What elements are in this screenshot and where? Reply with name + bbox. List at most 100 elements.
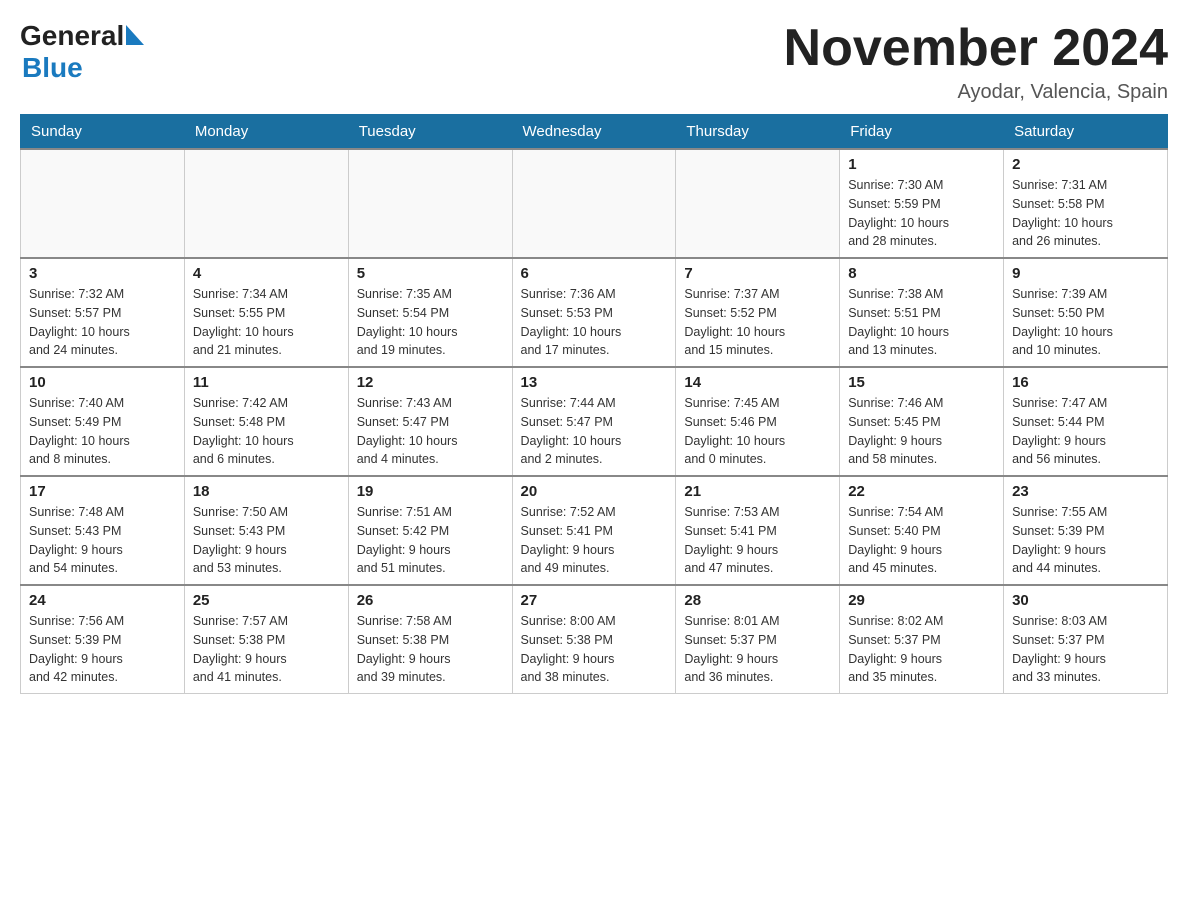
day-info: Sunrise: 7:57 AMSunset: 5:38 PMDaylight:… xyxy=(193,612,340,687)
day-number: 27 xyxy=(521,592,668,609)
day-info: Sunrise: 7:52 AMSunset: 5:41 PMDaylight:… xyxy=(521,503,668,578)
logo-blue-text: Blue xyxy=(22,52,83,83)
week-row-4: 17Sunrise: 7:48 AMSunset: 5:43 PMDayligh… xyxy=(21,476,1168,585)
calendar-cell: 20 Sunrise: 7:52 AMSunset: 5:41 PMDayligh… xyxy=(512,476,676,585)
calendar-title: November 2024 xyxy=(784,20,1168,77)
day-number: 25 xyxy=(193,592,340,609)
day-info: Sunrise: 7:32 AMSunset: 5:57 PMDaylight:… xyxy=(29,285,176,360)
day-info: Sunrise: 8:02 AMSunset: 5:37 PMDaylight:… xyxy=(848,612,995,687)
title-section: November 2024 Ayodar, Valencia, Spain xyxy=(784,20,1168,104)
day-number: 28 xyxy=(684,592,831,609)
calendar-cell xyxy=(21,149,185,258)
calendar-cell: 17Sunrise: 7:48 AMSunset: 5:43 PMDayligh… xyxy=(21,476,185,585)
page-header: General Blue November 2024 Ayodar, Valen… xyxy=(20,20,1168,104)
day-info: Sunrise: 7:39 AMSunset: 5:50 PMDaylight:… xyxy=(1012,285,1159,360)
day-number: 22 xyxy=(848,483,995,500)
day-info: Sunrise: 7:35 AMSunset: 5:54 PMDaylight:… xyxy=(357,285,504,360)
calendar-cell: 7 Sunrise: 7:37 AMSunset: 5:52 PMDaylight… xyxy=(676,258,840,367)
day-number: 9 xyxy=(1012,265,1159,282)
calendar-cell: 5Sunrise: 7:35 AMSunset: 5:54 PMDaylight… xyxy=(348,258,512,367)
logo: General Blue xyxy=(20,20,144,84)
header-saturday: Saturday xyxy=(1004,115,1168,150)
logo-arrow-icon xyxy=(126,25,144,50)
day-info: Sunrise: 7:44 AMSunset: 5:47 PMDaylight:… xyxy=(521,394,668,469)
calendar-cell: 29 Sunrise: 8:02 AMSunset: 5:37 PMDayligh… xyxy=(840,585,1004,694)
day-number: 13 xyxy=(521,374,668,391)
calendar-cell: 15 Sunrise: 7:46 AMSunset: 5:45 PMDayligh… xyxy=(840,367,1004,476)
day-number: 7 xyxy=(684,265,831,282)
day-info: Sunrise: 7:53 AMSunset: 5:41 PMDaylight:… xyxy=(684,503,831,578)
calendar-cell: 24Sunrise: 7:56 AMSunset: 5:39 PMDayligh… xyxy=(21,585,185,694)
calendar-cell xyxy=(348,149,512,258)
day-info: Sunrise: 7:51 AMSunset: 5:42 PMDaylight:… xyxy=(357,503,504,578)
calendar-cell: 13 Sunrise: 7:44 AMSunset: 5:47 PMDayligh… xyxy=(512,367,676,476)
day-number: 15 xyxy=(848,374,995,391)
calendar-cell: 1 Sunrise: 7:30 AMSunset: 5:59 PMDaylight… xyxy=(840,149,1004,258)
day-info: Sunrise: 7:31 AMSunset: 5:58 PMDaylight:… xyxy=(1012,176,1159,251)
day-number: 14 xyxy=(684,374,831,391)
calendar-cell: 14 Sunrise: 7:45 AMSunset: 5:46 PMDayligh… xyxy=(676,367,840,476)
calendar-cell xyxy=(512,149,676,258)
calendar-cell xyxy=(184,149,348,258)
day-info: Sunrise: 7:47 AMSunset: 5:44 PMDaylight:… xyxy=(1012,394,1159,469)
calendar-table: Sunday Monday Tuesday Wednesday Thursday… xyxy=(20,114,1168,694)
calendar-cell: 27 Sunrise: 8:00 AMSunset: 5:38 PMDayligh… xyxy=(512,585,676,694)
day-number: 29 xyxy=(848,592,995,609)
day-info: Sunrise: 7:45 AMSunset: 5:46 PMDaylight:… xyxy=(684,394,831,469)
weekday-header-row: Sunday Monday Tuesday Wednesday Thursday… xyxy=(21,115,1168,150)
header-sunday: Sunday xyxy=(21,115,185,150)
calendar-cell: 9 Sunrise: 7:39 AMSunset: 5:50 PMDaylight… xyxy=(1004,258,1168,367)
day-number: 3 xyxy=(29,265,176,282)
day-info: Sunrise: 7:46 AMSunset: 5:45 PMDaylight:… xyxy=(848,394,995,469)
day-number: 18 xyxy=(193,483,340,500)
day-info: Sunrise: 7:42 AMSunset: 5:48 PMDaylight:… xyxy=(193,394,340,469)
day-number: 19 xyxy=(357,483,504,500)
day-number: 4 xyxy=(193,265,340,282)
logo-general-text: General xyxy=(20,20,124,52)
day-number: 8 xyxy=(848,265,995,282)
day-number: 20 xyxy=(521,483,668,500)
day-info: Sunrise: 7:56 AMSunset: 5:39 PMDaylight:… xyxy=(29,612,176,687)
day-info: Sunrise: 7:30 AMSunset: 5:59 PMDaylight:… xyxy=(848,176,995,251)
calendar-cell: 4Sunrise: 7:34 AMSunset: 5:55 PMDaylight… xyxy=(184,258,348,367)
calendar-cell: 3 Sunrise: 7:32 AMSunset: 5:57 PMDaylight… xyxy=(21,258,185,367)
day-number: 17 xyxy=(29,483,176,500)
day-info: Sunrise: 7:36 AMSunset: 5:53 PMDaylight:… xyxy=(521,285,668,360)
day-info: Sunrise: 7:50 AMSunset: 5:43 PMDaylight:… xyxy=(193,503,340,578)
day-info: Sunrise: 7:55 AMSunset: 5:39 PMDaylight:… xyxy=(1012,503,1159,578)
week-row-1: 1 Sunrise: 7:30 AMSunset: 5:59 PMDaylight… xyxy=(21,149,1168,258)
week-row-2: 3 Sunrise: 7:32 AMSunset: 5:57 PMDaylight… xyxy=(21,258,1168,367)
week-row-5: 24Sunrise: 7:56 AMSunset: 5:39 PMDayligh… xyxy=(21,585,1168,694)
header-friday: Friday xyxy=(840,115,1004,150)
calendar-cell: 8 Sunrise: 7:38 AMSunset: 5:51 PMDaylight… xyxy=(840,258,1004,367)
calendar-cell: 25 Sunrise: 7:57 AMSunset: 5:38 PMDayligh… xyxy=(184,585,348,694)
day-info: Sunrise: 8:00 AMSunset: 5:38 PMDaylight:… xyxy=(521,612,668,687)
header-tuesday: Tuesday xyxy=(348,115,512,150)
day-number: 16 xyxy=(1012,374,1159,391)
day-info: Sunrise: 7:54 AMSunset: 5:40 PMDaylight:… xyxy=(848,503,995,578)
calendar-cell: 28 Sunrise: 8:01 AMSunset: 5:37 PMDayligh… xyxy=(676,585,840,694)
day-number: 23 xyxy=(1012,483,1159,500)
calendar-cell: 19 Sunrise: 7:51 AMSunset: 5:42 PMDayligh… xyxy=(348,476,512,585)
calendar-cell: 21 Sunrise: 7:53 AMSunset: 5:41 PMDayligh… xyxy=(676,476,840,585)
day-number: 2 xyxy=(1012,156,1159,173)
week-row-3: 10 Sunrise: 7:40 AMSunset: 5:49 PMDayligh… xyxy=(21,367,1168,476)
calendar-cell: 11Sunrise: 7:42 AMSunset: 5:48 PMDayligh… xyxy=(184,367,348,476)
day-number: 1 xyxy=(848,156,995,173)
header-wednesday: Wednesday xyxy=(512,115,676,150)
calendar-cell: 22 Sunrise: 7:54 AMSunset: 5:40 PMDayligh… xyxy=(840,476,1004,585)
day-info: Sunrise: 7:37 AMSunset: 5:52 PMDaylight:… xyxy=(684,285,831,360)
day-number: 21 xyxy=(684,483,831,500)
day-info: Sunrise: 7:58 AMSunset: 5:38 PMDaylight:… xyxy=(357,612,504,687)
day-info: Sunrise: 7:38 AMSunset: 5:51 PMDaylight:… xyxy=(848,285,995,360)
calendar-cell: 23 Sunrise: 7:55 AMSunset: 5:39 PMDayligh… xyxy=(1004,476,1168,585)
calendar-cell: 26Sunrise: 7:58 AMSunset: 5:38 PMDayligh… xyxy=(348,585,512,694)
calendar-cell: 10 Sunrise: 7:40 AMSunset: 5:49 PMDayligh… xyxy=(21,367,185,476)
day-number: 10 xyxy=(29,374,176,391)
header-thursday: Thursday xyxy=(676,115,840,150)
day-number: 12 xyxy=(357,374,504,391)
day-info: Sunrise: 8:03 AMSunset: 5:37 PMDaylight:… xyxy=(1012,612,1159,687)
day-info: Sunrise: 7:40 AMSunset: 5:49 PMDaylight:… xyxy=(29,394,176,469)
day-info: Sunrise: 8:01 AMSunset: 5:37 PMDaylight:… xyxy=(684,612,831,687)
calendar-cell: 6Sunrise: 7:36 AMSunset: 5:53 PMDaylight… xyxy=(512,258,676,367)
